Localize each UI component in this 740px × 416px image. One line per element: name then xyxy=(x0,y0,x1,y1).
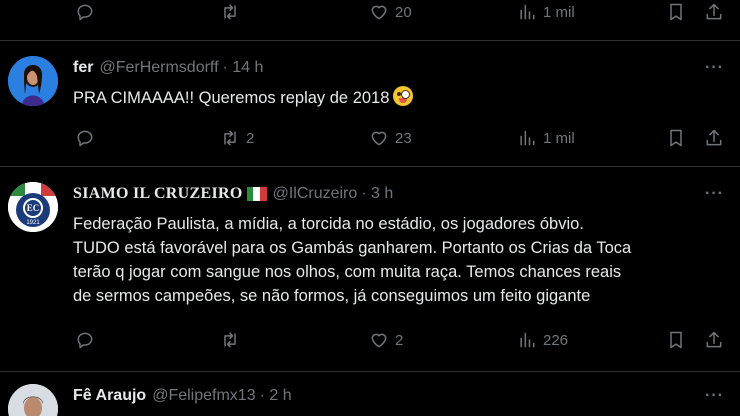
view-count: 1 mil xyxy=(543,3,575,21)
reply-button[interactable] xyxy=(75,126,101,150)
retweet-button[interactable]: 2 xyxy=(220,126,254,150)
timestamp[interactable]: · 3 h xyxy=(361,185,393,203)
tweet-text: Federação Paulista, a mídia, a torcida n… xyxy=(73,215,632,305)
avatar[interactable] xyxy=(8,56,58,106)
heart-icon xyxy=(371,131,387,146)
timestamp[interactable]: · 2 h xyxy=(260,387,292,405)
view-count: 1 mil xyxy=(543,129,575,147)
tweet-ilcruzeiro[interactable]: EC 1921 SIAMO IL CRUZEIRO @IlCruzeiro · … xyxy=(0,167,740,371)
views-button[interactable]: 226 xyxy=(517,328,568,352)
timestamp[interactable]: · 14 h xyxy=(223,59,264,77)
retweet-icon xyxy=(224,332,236,348)
retweet-button[interactable] xyxy=(220,328,246,352)
tweet-text: PRA CIMAAAA!! Queremos replay de 2018 xyxy=(73,86,723,110)
user-handle[interactable]: @FerHermsdorff xyxy=(99,59,218,77)
tweet-fer[interactable]: fer @FerHermsdorff · 14 h ··· PRA CIMAAA… xyxy=(0,41,740,166)
reply-icon xyxy=(77,130,93,147)
views-icon xyxy=(520,332,535,348)
bookmark-button[interactable] xyxy=(666,328,686,352)
display-name[interactable]: fer xyxy=(73,59,93,77)
tweet-actions: 2 23 1 mil xyxy=(0,126,740,150)
user-handle[interactable]: @IlCruzeiro xyxy=(273,185,358,203)
reply-icon xyxy=(77,4,93,21)
like-button[interactable]: 23 xyxy=(369,126,412,150)
share-button[interactable] xyxy=(704,328,724,352)
share-icon xyxy=(706,331,722,348)
like-count: 20 xyxy=(395,3,412,21)
retweet-icon xyxy=(224,4,236,20)
zany-face-emoji xyxy=(393,86,414,106)
view-count: 226 xyxy=(543,331,569,349)
views-button[interactable]: 1 mil xyxy=(517,0,575,24)
views-icon xyxy=(520,4,535,20)
italy-flag-icon xyxy=(246,187,267,201)
more-options-button[interactable]: ··· xyxy=(705,387,724,405)
like-count: 23 xyxy=(395,129,412,147)
bookmark-icon xyxy=(670,331,682,349)
tweet-header: fer @FerHermsdorff · 14 h xyxy=(73,59,263,77)
avatar[interactable]: EC 1921 xyxy=(8,182,58,232)
share-button[interactable] xyxy=(704,126,724,150)
share-button[interactable] xyxy=(704,0,724,24)
tweet-felipefmx13[interactable]: Fê Araujo @Felipefmx13 · 2 h ··· xyxy=(0,372,740,416)
bookmark-button[interactable] xyxy=(666,126,686,150)
tweet-actions: 2 226 xyxy=(0,328,740,352)
retweet-count: 2 xyxy=(246,129,255,147)
bookmark-button[interactable] xyxy=(666,0,686,24)
user-handle[interactable]: @Felipefmx13 xyxy=(152,387,255,405)
tweet-header: Fê Araujo @Felipefmx13 · 2 h xyxy=(73,387,292,405)
bookmark-icon xyxy=(670,3,682,21)
heart-icon xyxy=(371,333,387,348)
more-options-button[interactable]: ··· xyxy=(705,185,724,203)
more-options-button[interactable]: ··· xyxy=(705,59,724,77)
views-button[interactable]: 1 mil xyxy=(517,126,575,150)
tweet-actions-top: 20 1 mil xyxy=(0,0,740,24)
like-button[interactable]: 20 xyxy=(369,0,412,24)
like-count: 2 xyxy=(395,331,404,349)
share-icon xyxy=(706,129,722,146)
svg-text:EC: EC xyxy=(27,203,40,213)
reply-button[interactable] xyxy=(75,0,101,24)
retweet-button[interactable] xyxy=(220,0,246,24)
display-name[interactable]: SIAMO IL CRUZEIRO xyxy=(73,185,243,203)
bookmark-icon xyxy=(670,129,682,147)
share-icon xyxy=(706,3,722,20)
tweet-header: SIAMO IL CRUZEIRO @IlCruzeiro · 3 h xyxy=(73,185,393,203)
avatar[interactable] xyxy=(8,384,58,416)
views-icon xyxy=(520,130,535,146)
avatar-year: 1921 xyxy=(26,220,40,226)
like-button[interactable]: 2 xyxy=(369,328,403,352)
heart-icon xyxy=(371,5,387,20)
reply-button[interactable] xyxy=(75,328,101,352)
reply-icon xyxy=(77,332,93,349)
display-name[interactable]: Fê Araujo xyxy=(73,387,146,405)
retweet-icon xyxy=(224,130,236,146)
